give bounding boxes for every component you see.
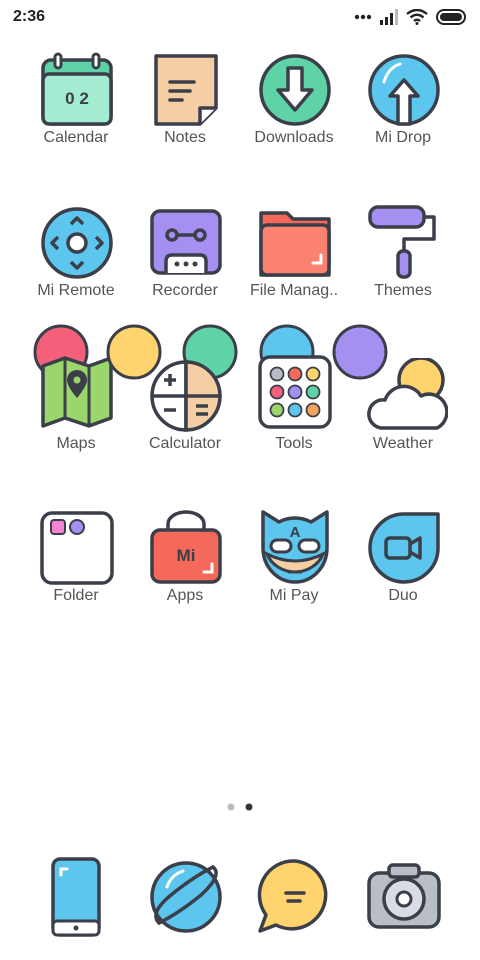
app-label: Themes — [374, 282, 432, 299]
status-icons — [354, 9, 468, 25]
camera-icon — [367, 863, 441, 929]
battery-icon — [436, 9, 466, 25]
paint-roller-icon — [368, 205, 436, 279]
phone-icon — [51, 857, 101, 937]
calendar-date: 0 2 — [65, 89, 89, 108]
weather-icon — [367, 358, 448, 430]
calculator-icon — [150, 360, 222, 432]
messaging-icon — [257, 859, 328, 933]
status-time: 2:36 — [13, 8, 46, 25]
recorder-icon — [150, 209, 222, 275]
app-label: Duo — [388, 587, 418, 604]
duo-icon — [368, 512, 440, 584]
tools-icon — [258, 355, 332, 429]
map-icon — [41, 356, 113, 428]
notes-icon — [154, 54, 218, 126]
dock-messaging[interactable] — [250, 851, 340, 941]
apps-badge-text: Mi — [177, 546, 196, 565]
dock-camera[interactable] — [359, 851, 449, 941]
mi-pay-icon: A — [261, 510, 329, 584]
app-label: Calendar — [43, 129, 109, 146]
more-dots-icon — [354, 14, 372, 20]
mi-drop-icon — [368, 54, 440, 126]
dock-browser[interactable] — [141, 851, 231, 941]
app-label: Maps — [56, 435, 96, 452]
app-label: Mi Drop — [374, 129, 431, 146]
app-label: Calculator — [148, 435, 222, 452]
app-folder-icon — [40, 511, 114, 585]
wifi-icon — [406, 9, 428, 25]
status-bar: 2:36 — [0, 0, 480, 36]
mi-pay-badge-text: A — [290, 524, 301, 541]
app-label: Mi Pay — [269, 587, 319, 604]
app-label: Mi Remote — [37, 282, 115, 299]
calendar-icon: 0 2 — [41, 52, 113, 126]
page-dot-1[interactable] — [227, 803, 235, 811]
app-label: Tools — [275, 435, 313, 452]
app-label: Weather — [372, 435, 434, 452]
app-label: Apps — [166, 587, 204, 604]
app-label: Downloads — [254, 129, 334, 146]
app-label: Folder — [53, 587, 99, 604]
app-label: File Manag.. — [249, 282, 339, 299]
browser-icon — [150, 861, 222, 933]
folder-icon — [259, 211, 331, 277]
downloads-icon — [259, 54, 331, 126]
app-label: Notes — [164, 129, 206, 146]
app-store-icon: Mi — [150, 510, 222, 584]
remote-icon — [41, 207, 113, 279]
app-label: Recorder — [152, 282, 218, 299]
signal-icon — [380, 9, 398, 25]
page-dot-2-active[interactable] — [245, 803, 253, 811]
dock-phone[interactable] — [31, 851, 121, 941]
page-indicator[interactable] — [0, 800, 480, 814]
